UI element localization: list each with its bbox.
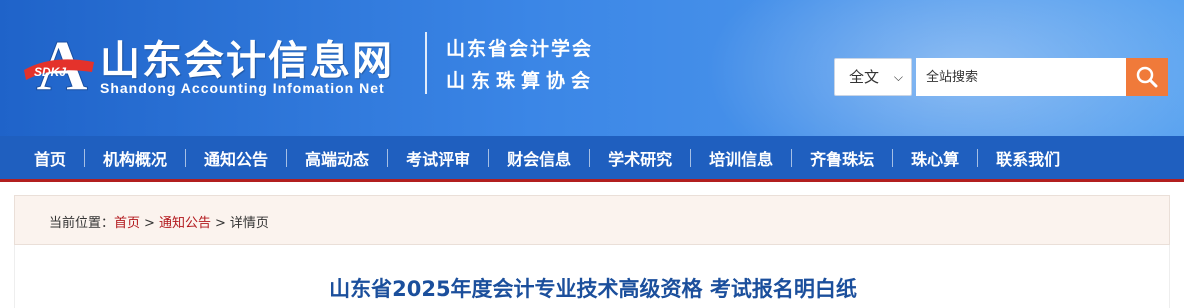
nav-item-notices[interactable]: 通知公告 <box>186 146 286 170</box>
header-divider <box>425 32 427 94</box>
nav-item-about[interactable]: 机构概况 <box>85 146 185 170</box>
article-container: 山东省2025年度会计专业技术高级资格 考试报名明白纸 <box>14 245 1170 308</box>
site-header: A SDKJ 山东会计信息网 Shandong Accounting Infom… <box>0 0 1184 136</box>
breadcrumb-link-home[interactable]: 首页 <box>114 216 140 231</box>
search-input[interactable] <box>916 58 1126 96</box>
nav-item-abacus-forum[interactable]: 齐鲁珠坛 <box>792 146 892 170</box>
site-name-cn[interactable]: 山东会计信息网 <box>100 28 394 86</box>
nav-item-training[interactable]: 培训信息 <box>691 146 791 170</box>
breadcrumb-separator: > <box>214 216 226 231</box>
breadcrumb-separator: > <box>144 216 155 231</box>
main-nav: 首页 机构概况 通知公告 高端动态 考试评审 财会信息 学术研究 培训信息 齐鲁… <box>0 136 1184 182</box>
nav-item-home[interactable]: 首页 <box>16 146 84 170</box>
search-bar: 全文 ⌵ <box>834 58 1168 96</box>
breadcrumb: 当前位置：首页 > 通知公告 > 详情页 <box>49 212 269 231</box>
nav-item-contact[interactable]: 联系我们 <box>978 146 1078 170</box>
search-icon <box>1136 66 1158 88</box>
article-title: 山东省2025年度会计专业技术高级资格 考试报名明白纸 <box>329 277 857 301</box>
nav-item-research[interactable]: 学术研究 <box>590 146 690 170</box>
nav-item-highlights[interactable]: 高端动态 <box>287 146 387 170</box>
org-name-abacus-association: 山东珠算协会 <box>446 70 597 92</box>
breadcrumb-current: 详情页 <box>229 216 269 231</box>
search-scope-select[interactable]: 全文 ⌵ <box>834 58 912 96</box>
breadcrumb-link-notices[interactable]: 通知公告 <box>159 216 211 231</box>
search-scope-value: 全文 <box>849 68 880 86</box>
breadcrumb-bar: 当前位置：首页 > 通知公告 > 详情页 <box>14 195 1170 245</box>
nav-item-exams[interactable]: 考试评审 <box>388 146 488 170</box>
nav-item-mental-abacus[interactable]: 珠心算 <box>893 146 977 170</box>
chevron-down-icon: ⌵ <box>893 70 903 84</box>
site-logo-icon[interactable]: A SDKJ <box>22 26 96 96</box>
logo-badge-text: SDKJ <box>34 65 66 79</box>
breadcrumb-prefix: 当前位置： <box>49 216 115 231</box>
nav-item-finance-news[interactable]: 财会信息 <box>489 146 589 170</box>
search-button[interactable] <box>1126 58 1168 96</box>
site-name-en: Shandong Accounting Infomation Net <box>100 80 385 96</box>
org-name-accounting-society: 山东省会计学会 <box>446 38 594 60</box>
